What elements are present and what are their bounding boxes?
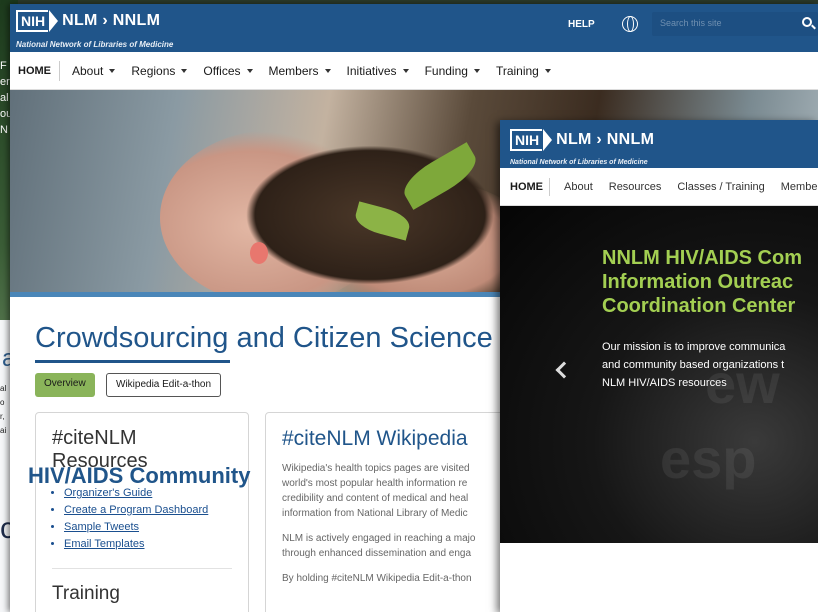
hero-text: Our mission is to improve communica and … — [602, 341, 786, 389]
hero-carousel: ew esp NNLM HIV/AIDS Com Information Out… — [500, 206, 818, 543]
nav-resources[interactable]: Resources — [609, 181, 662, 193]
nnlm-logo[interactable]: NIH NLM › NNLM — [510, 129, 654, 151]
hero-title: NNLM HIV/AIDS Com Information Outreac Co… — [602, 247, 802, 317]
caret-down-icon — [181, 68, 188, 73]
ghost-text: esp — [660, 427, 757, 490]
nav-initiatives[interactable]: Initiatives — [347, 64, 409, 78]
nih-logo-text: NIH — [16, 10, 59, 32]
search-input[interactable]: Search this site — [652, 12, 818, 36]
tagline: National Network of Libraries of Medicin… — [16, 40, 174, 49]
nav-home[interactable]: HOME — [10, 60, 60, 81]
nnlm-logo[interactable]: NIH NLM › NNLM — [16, 10, 160, 32]
nav-about[interactable]: About — [564, 181, 593, 193]
content-paragraph: NLM is actively engaged in reaching a ma… — [282, 533, 476, 559]
site-header: NIH NLM › NNLM National Network of Libra… — [10, 4, 818, 52]
caret-down-icon — [402, 68, 409, 73]
content-paragraph: By holding #citeNLM Wikipedia Edit-a-tho… — [282, 573, 472, 584]
nih-logo-text: NIH — [510, 129, 553, 151]
link-create-dashboard[interactable]: Create a Program Dashboard — [64, 502, 232, 519]
nav-funding[interactable]: Funding — [425, 64, 480, 78]
nav-training[interactable]: Training — [496, 64, 551, 78]
caret-down-icon — [544, 68, 551, 73]
main-nav: HOME About Resources Classes / Training … — [500, 168, 818, 206]
nlm-logo-text: NLM › NNLM — [556, 131, 655, 148]
caret-down-icon — [473, 68, 480, 73]
resources-list: Organizer's Guide Create a Program Dashb… — [52, 485, 232, 553]
nav-members[interactable]: Members — [269, 64, 331, 78]
link-email-templates[interactable]: Email Templates — [64, 536, 232, 553]
nlm-logo-text: NLM › NNLM — [62, 12, 161, 29]
front-browser-window: NIH NLM › NNLM National Network of Libra… — [500, 120, 818, 612]
help-link[interactable]: HELP — [568, 19, 595, 30]
main-nav: HOME About Regions Offices Members Initi… — [10, 52, 818, 90]
content-paragraph: Wikipedia's health topics pages are visi… — [282, 463, 470, 519]
tagline: National Network of Libraries of Medicin… — [510, 159, 648, 166]
link-sample-tweets[interactable]: Sample Tweets — [64, 519, 232, 536]
nail-shape — [250, 242, 268, 264]
nav-offices[interactable]: Offices — [203, 64, 253, 78]
nav-members[interactable]: Membe — [781, 181, 818, 193]
search-icon[interactable] — [802, 17, 812, 27]
content-card-title: #citeNLM Wikipedia — [282, 427, 468, 450]
page-title: Crowdsourcing and Citizen Science — [35, 322, 493, 354]
training-heading: Training — [52, 583, 120, 604]
nav-classes-training[interactable]: Classes / Training — [677, 181, 764, 193]
title-underline — [35, 360, 230, 363]
nav-about[interactable]: About — [72, 64, 116, 78]
content-card: #citeNLM Wikipedia Wikipedia's health to… — [265, 412, 525, 612]
caret-down-icon — [324, 68, 331, 73]
tab-wikipedia-edit-a-thon[interactable]: Wikipedia Edit-a-thon — [106, 373, 222, 397]
chevron-left-icon[interactable] — [555, 361, 573, 379]
globe-icon[interactable] — [622, 16, 638, 32]
nav-regions[interactable]: Regions — [131, 64, 188, 78]
resources-card: #citeNLM Resources Organizer's Guide Cre… — [35, 412, 249, 612]
section-heading: HIV/AIDS Community — [28, 463, 251, 488]
divider — [52, 568, 232, 569]
site-header: NIH NLM › NNLM National Network of Libra… — [500, 120, 818, 168]
tab-overview[interactable]: Overview — [35, 373, 95, 397]
caret-down-icon — [109, 68, 116, 73]
nav-home[interactable]: HOME — [504, 177, 550, 196]
caret-down-icon — [246, 68, 253, 73]
